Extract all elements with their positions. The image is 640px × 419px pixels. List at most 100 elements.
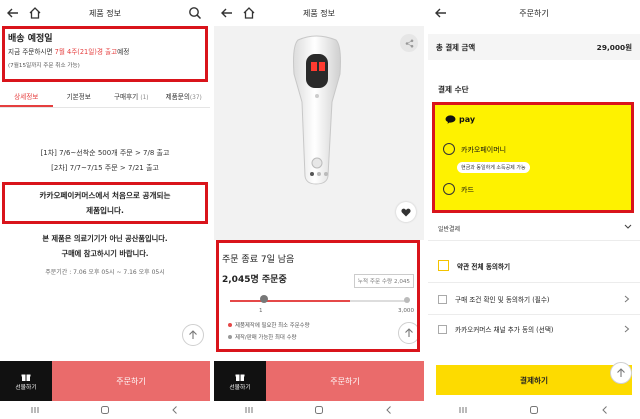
share-button[interactable] xyxy=(400,34,418,52)
agree-item-row[interactable]: 구매 조건 확인 및 동의하기 (필수) xyxy=(438,294,630,304)
home-icon[interactable] xyxy=(242,6,256,20)
checkout-panel: 주문하기 총 결제 금액 29,000원 결제 수단 pay 카카오페이머니 현… xyxy=(428,0,640,419)
home-nav-icon[interactable] xyxy=(529,405,539,415)
back-icon[interactable] xyxy=(434,6,448,20)
income-deduction-tag: 현금과 동일하게 소득공제 가능 xyxy=(457,162,530,173)
kakaopay-money-label[interactable]: 카카오페이머니 xyxy=(461,145,506,155)
gift-icon xyxy=(235,374,245,381)
arrow-up-icon xyxy=(189,330,197,339)
tab-count: (37) xyxy=(189,95,202,101)
home-nav-icon[interactable] xyxy=(100,405,110,415)
radio-card[interactable] xyxy=(443,183,455,195)
recent-apps-icon[interactable] xyxy=(458,405,468,415)
order-button[interactable]: 주문하기 xyxy=(52,361,210,401)
payment-method-heading: 결제 수단 xyxy=(438,85,469,94)
gift-button[interactable]: 선물하기 xyxy=(214,361,266,401)
chevron-right-icon[interactable] xyxy=(624,325,630,333)
scroll-top-button[interactable] xyxy=(182,324,204,346)
page-title: 제품 정보 xyxy=(303,8,335,18)
kakaopay-logo: pay xyxy=(445,115,475,124)
highlight-box xyxy=(216,240,420,352)
gift-label: 선물하기 xyxy=(229,384,251,391)
agree-item-label: 카카오커머스 채널 추가 동의 (선택) xyxy=(455,326,554,334)
page-title: 주문하기 xyxy=(519,8,549,18)
tab-label: 기본정보 xyxy=(66,93,91,101)
total-value: 29,000원 xyxy=(596,42,632,52)
agree-all-label: 약관 전체 동의하기 xyxy=(457,262,511,271)
product-funding-panel: 제품 정보 주문 종료 7일 남음 2,045명 주문중 누적 주문 수량 2,… xyxy=(214,0,424,419)
tab-detail[interactable]: 상세정보 xyxy=(0,88,53,107)
agree-item-row[interactable]: 카카오커머스 채널 추가 동의 (선택) xyxy=(438,324,630,334)
chevron-down-icon[interactable] xyxy=(624,224,632,230)
tab-label: 상세정보 xyxy=(14,93,39,101)
agree-all-row[interactable]: 약관 전체 동의하기 xyxy=(438,260,630,271)
card-label[interactable]: 카드 xyxy=(461,185,474,195)
heart-icon xyxy=(401,208,411,216)
wishlist-button[interactable] xyxy=(396,202,416,222)
top-bar: 주문하기 xyxy=(428,0,640,26)
divider xyxy=(428,282,640,283)
product-image-area[interactable] xyxy=(214,26,424,240)
highlight-box xyxy=(2,26,208,82)
tab-count: (1) xyxy=(140,95,149,101)
back-nav-icon[interactable] xyxy=(384,405,394,415)
tab-basic-info[interactable]: 기본정보 xyxy=(53,88,106,107)
total-label: 총 결제 금액 xyxy=(436,42,476,52)
total-amount-row: 총 결제 금액 29,000원 xyxy=(428,34,640,60)
back-icon[interactable] xyxy=(220,6,234,20)
agree-all-checkbox[interactable] xyxy=(438,260,449,271)
system-nav-bar xyxy=(214,401,424,419)
tab-questions[interactable]: 제품문의(37) xyxy=(158,88,211,107)
system-nav-bar xyxy=(428,401,640,419)
highlight-box xyxy=(2,182,208,224)
page-title: 제품 정보 xyxy=(89,8,121,18)
order-label: 주문하기 xyxy=(116,376,146,386)
tab-label: 제품문의 xyxy=(165,93,190,101)
carousel-dot[interactable] xyxy=(317,172,321,176)
chat-bubble-icon xyxy=(445,115,456,124)
back-icon[interactable] xyxy=(6,6,20,20)
tab-label: 구매후기 xyxy=(113,93,139,101)
scroll-top-button[interactable] xyxy=(610,362,632,384)
gift-button[interactable]: 선물하기 xyxy=(0,361,52,401)
divider xyxy=(428,314,640,315)
notice-line-1: 본 제품은 의료기기가 아닌 공산품입니다. xyxy=(42,234,168,243)
search-icon[interactable] xyxy=(188,6,202,20)
carousel-dot[interactable] xyxy=(310,172,314,176)
recent-apps-icon[interactable] xyxy=(244,405,254,415)
order-button[interactable]: 주문하기 xyxy=(266,361,424,401)
share-icon xyxy=(405,39,413,47)
recent-apps-icon[interactable] xyxy=(30,405,40,415)
kakaopay-logo-text: pay xyxy=(459,115,476,124)
kakaopay-box: pay 카카오페이머니 현금과 동일하게 소득공제 가능 카드 xyxy=(432,102,634,213)
agree-item-checkbox[interactable] xyxy=(438,324,447,334)
product-image xyxy=(293,35,341,185)
back-nav-icon[interactable] xyxy=(600,405,610,415)
bottom-action-bar: 선물하기 주문하기 xyxy=(214,361,424,401)
schedule-line-1: [1차] 7/6~선착순 500개 주문 > 7/8 출고 xyxy=(40,149,170,157)
chevron-right-icon[interactable] xyxy=(624,295,630,303)
system-nav-bar xyxy=(0,401,210,419)
top-bar: 제품 정보 xyxy=(214,0,424,26)
bottom-action-bar: 선물하기 주문하기 xyxy=(0,361,210,401)
order-period: 주문기간 : 7.06 오후 05시 ~ 7.16 오후 05시 xyxy=(45,269,165,276)
product-detail-panel: 제품 정보 배송 예정일 지금 주문하시면 7월 4주(21일)경 출고예정 (… xyxy=(0,0,210,419)
pay-button-label: 결제하기 xyxy=(520,375,548,385)
carousel-dot[interactable] xyxy=(324,172,328,176)
back-nav-icon[interactable] xyxy=(170,405,180,415)
notice-line-2: 구매에 참고하시기 바랍니다. xyxy=(61,249,149,258)
tab-reviews[interactable]: 구매후기 (1) xyxy=(105,88,158,107)
general-payment[interactable]: 일반결제 xyxy=(438,224,460,233)
divider xyxy=(428,240,640,241)
order-label: 주문하기 xyxy=(330,376,360,386)
home-nav-icon[interactable] xyxy=(314,405,324,415)
arrow-up-icon xyxy=(617,368,625,377)
gift-label: 선물하기 xyxy=(15,384,37,391)
home-icon[interactable] xyxy=(28,6,42,20)
agree-item-label: 구매 조건 확인 및 동의하기 (필수) xyxy=(455,296,550,304)
agree-item-checkbox[interactable] xyxy=(438,294,447,304)
top-bar: 제품 정보 xyxy=(0,0,210,26)
schedule-line-2: [2차] 7/7~7/15 주문 > 7/21 출고 xyxy=(51,164,159,172)
radio-kakaopay-money[interactable] xyxy=(443,143,455,155)
pay-button[interactable]: 결제하기 xyxy=(436,365,632,395)
